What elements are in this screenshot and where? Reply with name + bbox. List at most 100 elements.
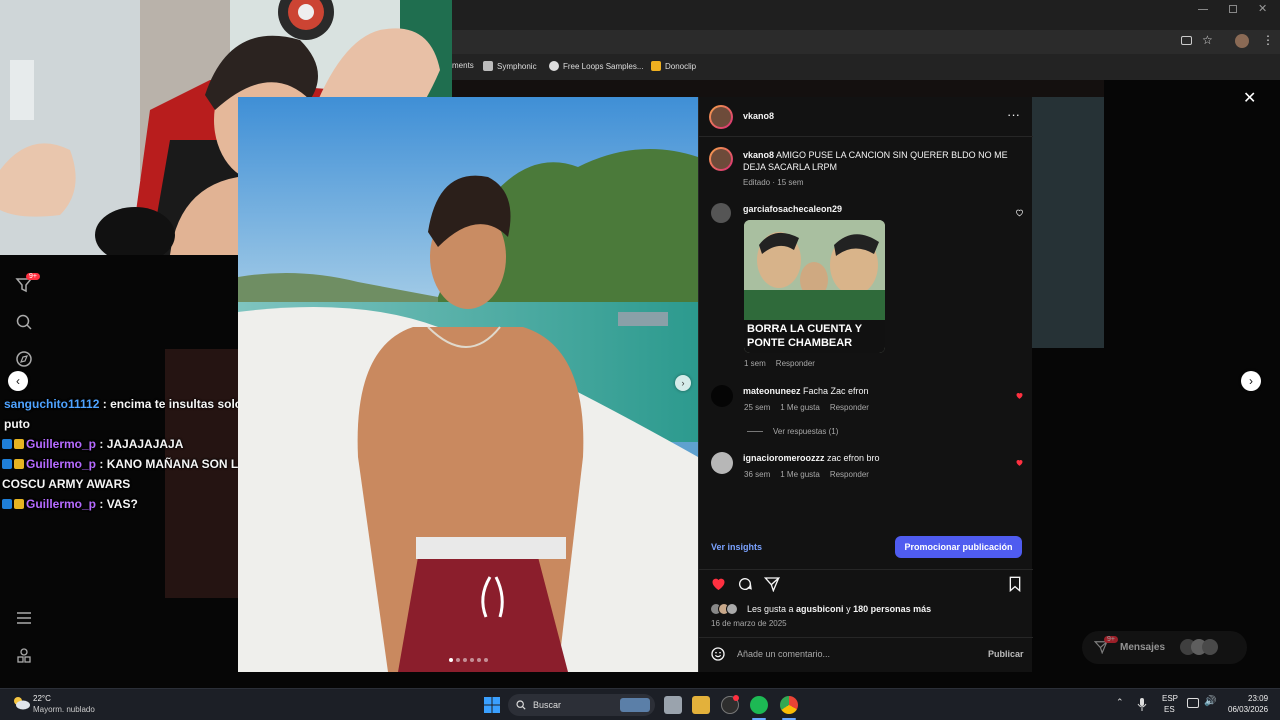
next-image-button[interactable]: › <box>675 375 691 391</box>
comment-meta: 1 sem Responder <box>744 359 815 368</box>
weather-temp[interactable]: 22°C <box>33 694 51 703</box>
messages-badge: 9+ <box>1104 636 1118 643</box>
windows-taskbar: 22°C Mayorm. nublado Buscar ⌃ ESP ES 🔊 2… <box>0 688 1280 720</box>
author-username[interactable]: vkano8 <box>743 111 774 121</box>
heart-filled-icon[interactable] <box>1015 391 1024 400</box>
comment-username[interactable]: garciafosachecaleon29 <box>743 204 842 214</box>
symphonic-icon <box>483 61 493 71</box>
chevron-up-icon[interactable]: ⌃ <box>1116 697 1124 708</box>
commenter-avatar[interactable] <box>711 452 733 474</box>
free-loops-icon <box>549 61 559 71</box>
search-icon <box>516 700 526 710</box>
file-explorer-icon[interactable] <box>692 696 710 714</box>
heart-filled-icon[interactable] <box>1015 458 1024 467</box>
comment-meta: 36 sem 1 Me gusta Responder <box>744 470 869 479</box>
comment-text: ignacioromeroozzz zac efron bro <box>743 453 880 463</box>
windows-start-icon[interactable] <box>484 697 500 713</box>
post-date: 16 de marzo de 2025 <box>711 619 787 628</box>
likes-link[interactable]: 1 Me gusta <box>780 403 820 412</box>
chat-username: sanguchito11112 <box>4 397 100 411</box>
crown-icon <box>14 439 24 449</box>
emoji-icon[interactable] <box>710 646 726 662</box>
comment-meme-image[interactable]: BORRA LA CUENTA Y PONTE CHAMBEAR <box>744 220 885 353</box>
bookmark-item-symphonic[interactable]: Symphonic <box>483 61 537 71</box>
more-options-icon[interactable]: ··· <box>1007 107 1020 122</box>
chat-text: : VAS? <box>99 497 138 511</box>
bookmark-item-free-loops[interactable]: Free Loops Samples... <box>549 61 643 71</box>
view-replies[interactable]: Ver respuestas (1) <box>747 427 838 436</box>
close-modal-icon[interactable]: ✕ <box>1243 88 1256 108</box>
comment-icon[interactable] <box>737 576 753 592</box>
add-comment-input[interactable]: Añade un comentario... <box>737 649 830 659</box>
post-details-panel: vkano8 ··· vkano8 AMIGO PUSE LA CANCION … <box>698 97 1033 672</box>
divider <box>699 569 1033 570</box>
notification-badge: 9+ <box>26 273 40 280</box>
caption-meta: Editado · 15 sem <box>743 178 804 187</box>
search-icon[interactable] <box>15 313 33 331</box>
chat-username: Guillermo_p <box>26 457 97 471</box>
badge-icon <box>2 439 12 449</box>
profile-avatar[interactable] <box>1235 34 1249 48</box>
heart-outline-icon[interactable] <box>1015 208 1024 217</box>
commenter-avatar[interactable] <box>711 203 731 223</box>
like-heart-icon[interactable] <box>710 576 727 592</box>
caption-text: vkano8 AMIGO PUSE LA CANCION SIN QUERER … <box>743 150 1008 172</box>
chat-username: Guillermo_p <box>26 497 97 511</box>
author-avatar[interactable] <box>709 105 733 129</box>
task-view-icon[interactable] <box>664 696 682 714</box>
next-post-button[interactable]: › <box>1241 371 1261 391</box>
reply-link[interactable]: Responder <box>830 470 869 479</box>
explore-icon[interactable] <box>15 350 33 368</box>
post-header: vkano8 ··· <box>699 97 1033 137</box>
message-avatars <box>1180 639 1218 655</box>
bookmark-item[interactable]: ments <box>452 61 474 70</box>
comment-meta: 25 sem 1 Me gusta Responder <box>744 403 869 412</box>
prev-post-button[interactable]: ‹ <box>8 371 28 391</box>
promote-post-button[interactable]: Promocionar publicación <box>895 536 1022 558</box>
likes-link[interactable]: 1 Me gusta <box>780 470 820 479</box>
language-top[interactable]: ESP <box>1162 694 1178 703</box>
microphone-icon[interactable] <box>1137 698 1147 712</box>
badge-icon <box>2 459 12 469</box>
install-app-icon[interactable] <box>1181 36 1192 45</box>
post-image[interactable]: › <box>238 97 698 672</box>
bookmark-star-icon[interactable]: ☆ <box>1202 33 1213 47</box>
carousel-dots <box>449 658 488 662</box>
weather-desc[interactable]: Mayorm. nublado <box>33 705 95 714</box>
reply-link[interactable]: Responder <box>830 403 869 412</box>
caption-avatar[interactable] <box>709 147 733 171</box>
clock-date[interactable]: 06/03/2026 <box>1228 705 1268 714</box>
badge-icon <box>2 499 12 509</box>
liker-avatars <box>710 603 738 615</box>
language-bottom[interactable]: ES <box>1164 705 1175 714</box>
commenter-avatar[interactable] <box>711 385 733 407</box>
clock-time[interactable]: 23:09 <box>1248 694 1268 703</box>
likes-summary[interactable]: Les gusta a agusbiconi y 180 personas má… <box>747 604 931 614</box>
minimize-icon[interactable] <box>1198 9 1208 10</box>
close-window-icon[interactable]: ✕ <box>1258 2 1267 15</box>
crown-icon <box>14 499 24 509</box>
comment-text: mateonuneez Facha Zac efron <box>743 386 869 396</box>
share-icon[interactable] <box>764 576 780 592</box>
save-bookmark-icon[interactable] <box>1008 576 1022 592</box>
taskbar-search[interactable]: Buscar <box>508 694 655 716</box>
chrome-icon[interactable] <box>780 696 798 714</box>
menu-kebab-icon[interactable]: ⋮ <box>1262 33 1274 47</box>
also-from-meta-icon[interactable] <box>15 647 33 665</box>
menu-icon[interactable] <box>15 609 33 627</box>
maximize-icon[interactable] <box>1229 5 1237 13</box>
meme-caption: BORRA LA CUENTA Y PONTE CHAMBEAR <box>744 320 885 353</box>
spotify-icon[interactable] <box>750 696 768 714</box>
chat-username: Guillermo_p <box>26 437 97 451</box>
divider <box>699 637 1033 638</box>
publish-comment-button[interactable]: Publicar <box>988 649 1024 659</box>
messages-pill[interactable]: 9+ Mensajes <box>1082 631 1247 664</box>
search-highlight-icon <box>620 698 650 712</box>
volume-icon[interactable]: 🔊 <box>1204 696 1216 707</box>
view-insights-link[interactable]: Ver insights <box>711 542 762 552</box>
chat-text: : JAJAJAJAJA <box>99 437 184 451</box>
weather-cloud-icon[interactable] <box>11 695 31 711</box>
reply-link[interactable]: Responder <box>776 359 815 368</box>
bookmark-item-donoclip[interactable]: Donoclip <box>651 61 696 71</box>
display-icon[interactable] <box>1187 698 1199 708</box>
